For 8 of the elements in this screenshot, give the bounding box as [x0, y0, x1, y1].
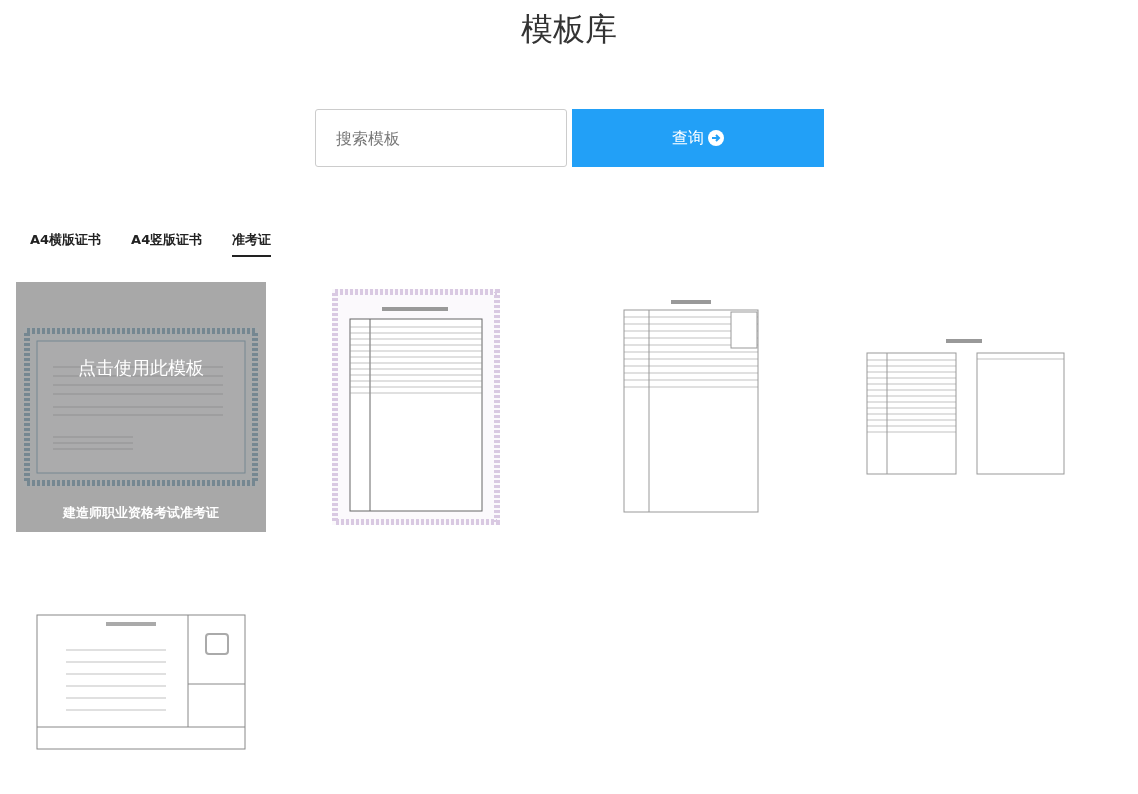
use-template-label: 点击使用此模板	[77, 356, 205, 380]
category-tab[interactable]: A4横版证书	[30, 231, 102, 257]
template-name: 建造师职业资格考试准考证	[61, 504, 220, 522]
category-tab[interactable]: 准考证	[232, 231, 272, 257]
page-title: 模板库	[521, 9, 617, 50]
arrow-circle-icon	[707, 130, 724, 146]
search-field[interactable]: 搜索模板	[314, 109, 567, 167]
category-tab[interactable]: A4竖版证书	[131, 231, 203, 257]
